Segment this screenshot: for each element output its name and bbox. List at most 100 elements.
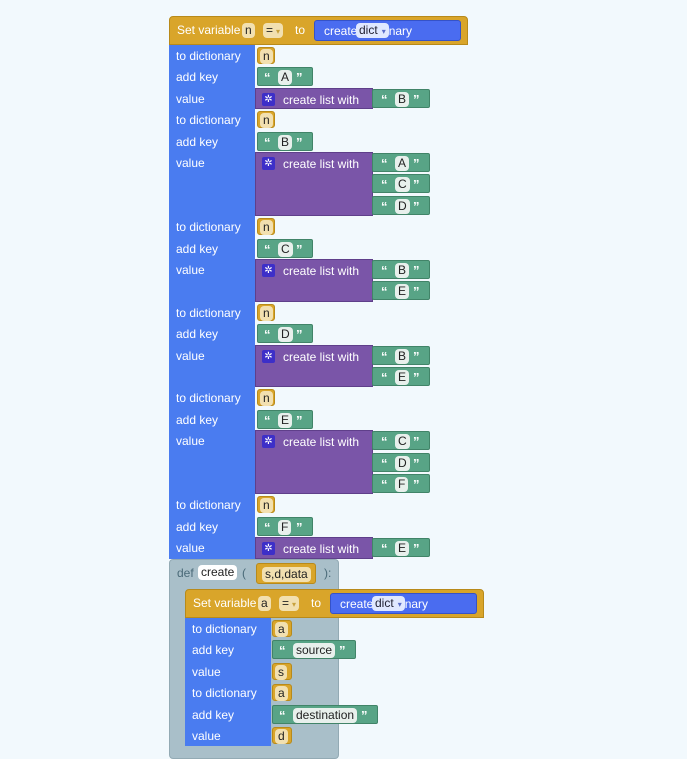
value-label: value xyxy=(176,348,205,363)
dictionary-variable-name[interactable]: n xyxy=(260,113,273,129)
gear-icon[interactable]: ✲ xyxy=(262,435,275,449)
create-list-block[interactable]: ✲ create list with xyxy=(255,537,373,559)
dictionary-variable-name[interactable]: a xyxy=(275,622,288,637)
to-dictionary-block[interactable]: to dictionary add key value xyxy=(169,301,255,388)
list-item-text-field[interactable]: A xyxy=(395,156,410,171)
dict-type-dropdown[interactable]: dict ▾ xyxy=(372,596,405,611)
key-text-field[interactable]: F xyxy=(278,519,292,535)
quote-close-icon: ” xyxy=(413,156,420,171)
list-item-text-field[interactable]: C xyxy=(395,177,410,193)
dictionary-variable-block[interactable]: n xyxy=(257,496,275,514)
operator-dropdown[interactable]: = ▾ xyxy=(279,596,300,611)
dictionary-variable-block[interactable]: n xyxy=(257,389,275,407)
list-item-text-block[interactable]: “ C” xyxy=(372,431,430,451)
value-variable-name[interactable]: s xyxy=(275,664,287,680)
value-variable-block[interactable]: d xyxy=(272,727,292,744)
list-item-text-field[interactable]: E xyxy=(395,541,410,557)
to-dictionary-block[interactable]: to dictionary add key value xyxy=(169,494,255,559)
create-dictionary-block[interactable]: create dictionarydict▾ xyxy=(314,20,461,41)
to-dictionary-block[interactable]: to dictionary add key value xyxy=(169,216,255,302)
create-dictionary-block[interactable]: create dictionarydict▾ xyxy=(330,593,477,614)
list-item-text-field[interactable]: B xyxy=(395,263,410,278)
gear-icon[interactable]: ✲ xyxy=(262,92,275,106)
dictionary-variable-block[interactable]: a xyxy=(272,620,292,637)
create-list-block[interactable]: ✲ create list with xyxy=(255,87,373,110)
value-variable-name[interactable]: d xyxy=(275,729,288,744)
key-text-block[interactable]: “ C” xyxy=(257,238,313,258)
dictionary-variable-name[interactable]: a xyxy=(275,686,288,702)
dict-type-dropdown[interactable]: dict ▾ xyxy=(356,23,389,38)
dictionary-variable-name[interactable]: n xyxy=(260,220,273,236)
gear-icon[interactable]: ✲ xyxy=(262,264,275,277)
list-item-text-field[interactable]: D xyxy=(395,455,410,471)
quote-open-icon: “ xyxy=(264,327,271,343)
variable-name-field[interactable]: n xyxy=(242,23,255,38)
dictionary-variable-block[interactable]: n xyxy=(257,303,275,321)
to-dictionary-block[interactable]: to dictionary add key value xyxy=(169,45,255,110)
params-field[interactable]: s,d,data xyxy=(262,567,311,582)
key-text-block[interactable]: “ E” xyxy=(257,409,313,429)
dictionary-variable-block[interactable]: n xyxy=(257,47,275,64)
dictionary-variable-block[interactable]: n xyxy=(257,111,275,129)
key-text-block[interactable]: “ D” xyxy=(257,324,313,344)
dictionary-variable-name[interactable]: n xyxy=(260,49,273,64)
key-text-block[interactable]: “ B” xyxy=(257,131,313,151)
list-item-text-block[interactable]: “ B” xyxy=(372,345,430,365)
gear-icon[interactable]: ✲ xyxy=(262,157,275,170)
dictionary-variable-name[interactable]: n xyxy=(260,391,273,407)
key-text-block[interactable]: “ A” xyxy=(257,67,313,87)
list-item-text-block[interactable]: “ E” xyxy=(372,367,430,386)
list-item-text-block[interactable]: “ E” xyxy=(372,281,430,301)
create-list-block[interactable]: ✲ create list with xyxy=(255,430,373,495)
list-item-text-block[interactable]: “ E” xyxy=(372,538,430,558)
list-item-text-block[interactable]: “ B” xyxy=(372,88,430,108)
dictionary-variable-block[interactable]: a xyxy=(272,684,292,702)
list-item-text-field[interactable]: B xyxy=(395,348,410,364)
list-item-text-field[interactable]: D xyxy=(395,198,410,214)
list-item-text-field[interactable]: E xyxy=(395,284,410,300)
quote-close-icon: ” xyxy=(413,177,420,193)
function-name-field[interactable]: create xyxy=(198,565,238,580)
list-item-text-block[interactable]: “ B” xyxy=(372,260,430,279)
list-item-text-field[interactable]: C xyxy=(395,434,410,450)
dictionary-variable-name[interactable]: n xyxy=(260,305,273,321)
params-block[interactable]: s,d,data xyxy=(256,563,316,584)
dictionary-variable-name[interactable]: n xyxy=(260,498,273,514)
key-text-field[interactable]: E xyxy=(278,412,293,428)
to-dictionary-label: to dictionary xyxy=(192,622,257,636)
set-variable-block[interactable]: Set variablea=▾tocreate dictionarydict▾ xyxy=(185,589,484,618)
quote-open-icon: “ xyxy=(381,541,388,557)
gear-icon[interactable]: ✲ xyxy=(262,542,275,556)
variable-name-field[interactable]: a xyxy=(258,596,271,611)
create-list-block[interactable]: ✲ create list with xyxy=(255,259,373,302)
dictionary-variable-block[interactable]: n xyxy=(257,218,275,236)
key-text-field[interactable]: C xyxy=(278,241,293,257)
value-label: value xyxy=(176,155,205,170)
key-text-field[interactable]: B xyxy=(278,134,293,150)
key-text-block[interactable]: “ source” xyxy=(272,640,356,660)
create-list-block[interactable]: ✲ create list with xyxy=(255,152,373,217)
list-item-text-block[interactable]: “ C” xyxy=(372,174,430,194)
to-dictionary-block[interactable]: to dictionary add key value xyxy=(169,109,255,217)
to-dictionary-block[interactable]: to dictionary add key value xyxy=(169,387,255,495)
list-item-text-field[interactable]: F xyxy=(395,477,409,492)
list-item-text-block[interactable]: “ D” xyxy=(372,195,430,215)
key-text-field[interactable]: destination xyxy=(293,707,358,723)
list-item-text-block[interactable]: “ A” xyxy=(372,153,430,172)
create-list-block[interactable]: ✲ create list with xyxy=(255,344,373,388)
key-text-field[interactable]: A xyxy=(278,70,293,86)
key-text-field[interactable]: source xyxy=(293,643,336,659)
value-variable-block[interactable]: s xyxy=(272,662,292,680)
gear-icon[interactable]: ✲ xyxy=(262,349,275,363)
key-text-block[interactable]: “ destination” xyxy=(272,704,378,724)
list-item-text-block[interactable]: “ F ” xyxy=(372,474,430,493)
list-item-text-block[interactable]: “ D” xyxy=(372,452,430,472)
key-text-field[interactable]: D xyxy=(278,327,293,343)
key-text-block[interactable]: “ F” xyxy=(257,516,313,536)
list-item-text-field[interactable]: E xyxy=(395,370,410,385)
set-variable-block[interactable]: Set variablen=▾tocreate dictionarydict▾ xyxy=(169,16,468,45)
to-dictionary-block[interactable]: to dictionary add key value xyxy=(185,618,271,683)
list-item-text-field[interactable]: B xyxy=(395,91,410,107)
operator-dropdown[interactable]: = ▾ xyxy=(263,23,284,38)
to-dictionary-block[interactable]: to dictionary add key value xyxy=(185,682,271,747)
